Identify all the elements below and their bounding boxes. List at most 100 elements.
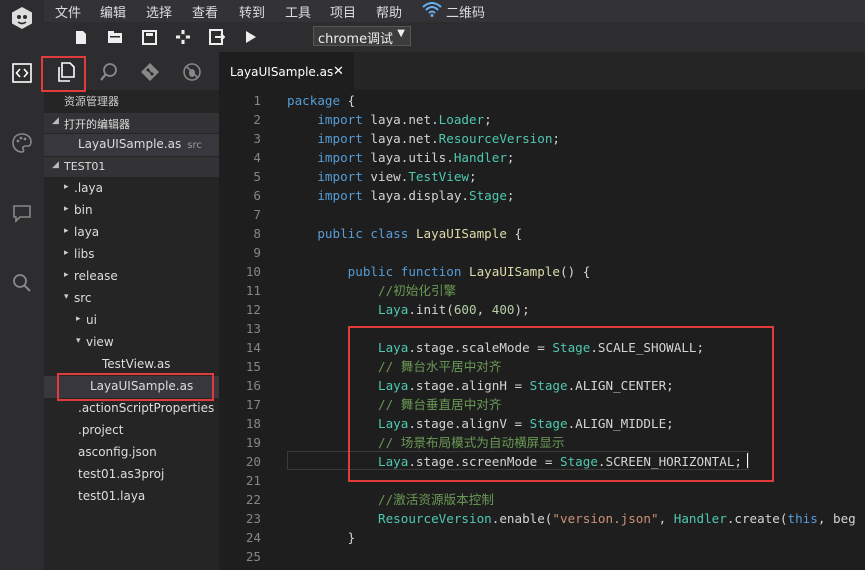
- open-editors-header[interactable]: ◢ 打开的编辑器: [44, 113, 219, 133]
- code-token: () {: [560, 264, 591, 279]
- tab-layauisample[interactable]: LayaUISample.as ✕: [219, 52, 354, 90]
- tree-item[interactable]: ▸ .laya: [44, 178, 219, 200]
- line-number: 19: [245, 435, 261, 450]
- tree-item[interactable]: ▸ laya: [44, 222, 219, 244]
- tree-item[interactable]: ▾ src: [44, 288, 219, 310]
- run-target-select[interactable]: chrome调试 ▼: [313, 26, 411, 47]
- tree-item[interactable]: ▸ libs: [44, 244, 219, 266]
- laya-logo-icon[interactable]: [6, 2, 38, 34]
- code-token: //初始化引擎: [378, 283, 457, 298]
- debug-icon[interactable]: [173, 57, 211, 87]
- line-number: 25: [245, 549, 261, 564]
- code-line: import laya.net.Loader;: [287, 110, 491, 129]
- menu-help[interactable]: 帮助: [376, 2, 402, 21]
- line-number: 15: [245, 359, 261, 374]
- save-icon[interactable]: [140, 28, 158, 46]
- open-folder-icon[interactable]: [106, 28, 124, 46]
- line-number: 13: [245, 321, 261, 336]
- code-line: public function LayaUISample() {: [287, 262, 591, 281]
- tree-item[interactable]: ▸ bin: [44, 200, 219, 222]
- code-line: package {: [287, 91, 355, 110]
- line-number: 12: [245, 302, 261, 317]
- code-line: //激活资源版本控制: [287, 490, 494, 509]
- code-line: }: [287, 528, 356, 547]
- tree-item[interactable]: ▸ ui: [44, 310, 219, 332]
- palette-icon[interactable]: [6, 127, 38, 159]
- search-icon[interactable]: [90, 57, 128, 87]
- code-token: Stage: [469, 188, 507, 203]
- code-token: {: [340, 93, 356, 108]
- git-icon[interactable]: [131, 57, 169, 87]
- chevron-right-icon: ▸: [64, 226, 69, 236]
- menu-file[interactable]: 文件: [55, 2, 81, 21]
- code-icon[interactable]: [6, 57, 38, 89]
- menu-edit[interactable]: 编辑: [100, 2, 126, 21]
- tree-item[interactable]: .actionScriptProperties: [44, 398, 219, 420]
- line-number: 10: [245, 264, 261, 279]
- tree-item-label: bin: [74, 203, 93, 217]
- code-token: ,: [476, 302, 492, 317]
- tree-item-label: test01.as3proj: [78, 467, 165, 481]
- tree-item-label: .laya: [74, 181, 103, 195]
- run-target-value: chrome调试: [318, 32, 394, 47]
- code-token: laya.net.: [362, 112, 439, 127]
- code-token: Loader: [438, 112, 485, 127]
- tree-item[interactable]: ▾ view: [44, 332, 219, 354]
- project-header[interactable]: ◢ TEST01: [44, 157, 219, 177]
- code-token: Handler: [453, 150, 507, 165]
- line-number: 2: [253, 112, 261, 127]
- chevron-down-icon: ▼: [397, 28, 405, 39]
- line-number: 8: [253, 226, 261, 241]
- menu-tools[interactable]: 工具: [285, 2, 311, 21]
- tree-item[interactable]: test01.as3proj: [44, 464, 219, 486]
- window-icon[interactable]: [6, 197, 38, 229]
- open-editor-file-folder: src: [187, 140, 202, 151]
- code-token: }: [287, 530, 356, 545]
- tree-item[interactable]: .project: [44, 420, 219, 442]
- line-number: 22: [245, 492, 261, 507]
- code-token: "version.json": [552, 511, 659, 526]
- menu-project[interactable]: 项目: [330, 2, 356, 21]
- line-number: 9: [253, 245, 261, 260]
- new-file-icon[interactable]: [72, 28, 90, 46]
- open-editor-item[interactable]: LayaUISample.as src: [44, 134, 219, 156]
- sidebar: 资源管理器 ◢ 打开的编辑器 LayaUISample.as src ◢ TEST…: [44, 52, 219, 570]
- tree-item-label: view: [86, 335, 114, 349]
- code-token: import: [317, 169, 363, 184]
- play-icon[interactable]: [242, 28, 260, 46]
- publish-icon[interactable]: [174, 28, 192, 46]
- code-token: 600: [453, 302, 477, 317]
- menu-qrcode[interactable]: 二维码: [446, 2, 485, 21]
- tree-item-label: laya: [74, 225, 100, 239]
- code-token: .init(: [408, 302, 454, 317]
- code-token: , beg: [817, 511, 856, 526]
- menu-select[interactable]: 选择: [146, 2, 172, 21]
- code-line: //初始化引擎: [287, 281, 456, 300]
- tree-item[interactable]: asconfig.json: [44, 442, 219, 464]
- code-token: //激活资源版本控制: [378, 492, 494, 507]
- editor-tabs: LayaUISample.as ✕: [219, 52, 865, 90]
- search-icon[interactable]: [6, 267, 38, 299]
- code-token: laya.net.: [362, 131, 439, 146]
- chevron-right-icon: ▸: [64, 182, 69, 192]
- tree-item-label: asconfig.json: [78, 445, 157, 459]
- code-token: TestView: [408, 169, 470, 184]
- line-number: 16: [245, 378, 261, 393]
- code-line: import laya.utils.Handler;: [287, 148, 514, 167]
- chevron-down-icon: ▾: [64, 292, 69, 302]
- code-token: );: [514, 302, 530, 317]
- line-number: 6: [253, 188, 261, 203]
- tree-item[interactable]: test01.laya: [44, 486, 219, 508]
- line-number: 17: [245, 397, 261, 412]
- export-icon[interactable]: [208, 28, 226, 46]
- menu-goto[interactable]: 转到: [239, 2, 265, 21]
- code-token: laya.utils.: [362, 150, 454, 165]
- menu-view[interactable]: 查看: [192, 2, 218, 21]
- tree-item[interactable]: ▸ release: [44, 266, 219, 288]
- close-icon[interactable]: ✕: [333, 64, 344, 79]
- wifi-icon[interactable]: [422, 1, 442, 21]
